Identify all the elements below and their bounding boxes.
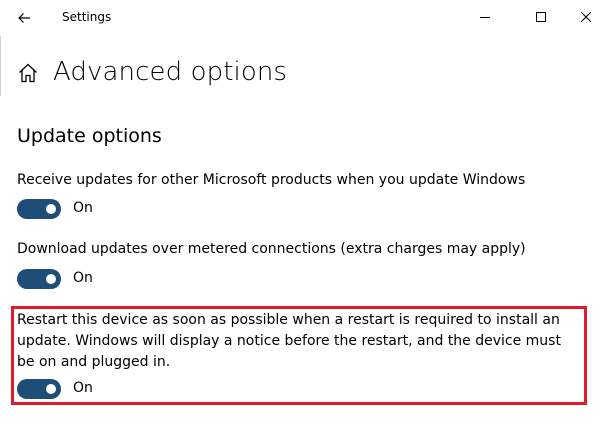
toggle-knob bbox=[46, 204, 56, 214]
home-button[interactable] bbox=[17, 62, 39, 84]
setting-label-restart-asap: Restart this device as soon as possible … bbox=[17, 312, 561, 370]
toggle-knob bbox=[46, 384, 56, 394]
maximize-button[interactable] bbox=[518, 0, 564, 34]
toggle-metered[interactable] bbox=[17, 269, 61, 289]
close-icon bbox=[581, 12, 591, 22]
minimize-icon bbox=[480, 17, 490, 18]
minimize-button[interactable] bbox=[462, 0, 508, 34]
toggle-other-products[interactable] bbox=[17, 199, 61, 219]
toggle-state-metered: On bbox=[73, 270, 93, 286]
page-title: Advanced options bbox=[53, 57, 288, 87]
home-icon bbox=[19, 63, 37, 83]
toggle-state-restart-asap: On bbox=[73, 380, 93, 396]
maximize-icon bbox=[536, 12, 546, 22]
toggle-knob bbox=[46, 274, 56, 284]
section-title: Update options bbox=[17, 125, 162, 147]
setting-label-other-products: Receive updates for other Microsoft prod… bbox=[17, 172, 526, 188]
toggle-state-other-products: On bbox=[73, 200, 93, 216]
setting-label-metered: Download updates over metered connection… bbox=[17, 241, 526, 257]
close-button[interactable] bbox=[563, 0, 600, 34]
window-title: Settings bbox=[62, 10, 112, 24]
title-bar: Settings bbox=[0, 0, 600, 36]
back-button[interactable] bbox=[10, 5, 38, 31]
toggle-restart-asap[interactable] bbox=[17, 379, 61, 399]
back-arrow-icon bbox=[18, 13, 30, 23]
window-edge bbox=[0, 36, 1, 96]
